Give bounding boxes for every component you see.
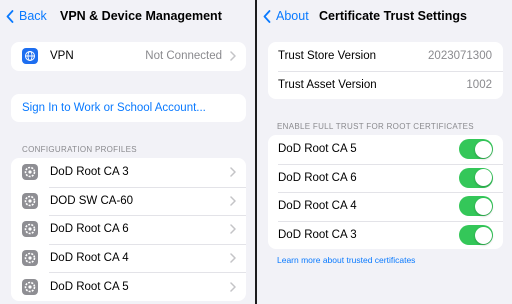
chevron-right-icon: [230, 196, 236, 206]
page-title: VPN & Device Management: [60, 9, 222, 23]
full-trust-toggle[interactable]: [459, 139, 493, 160]
profile-name: DoD Root CA 4: [50, 252, 129, 265]
trust-versions-card: Trust Store Version 2023071300 Trust Ass…: [268, 42, 503, 100]
certificate-row: DoD Root CA 4: [268, 192, 503, 221]
gear-icon: [22, 164, 38, 181]
chevron-right-icon: [230, 167, 236, 178]
right-navbar: About Certificate Trust Settings: [257, 0, 512, 32]
certificate-row: DoD Root CA 3: [268, 220, 503, 250]
chevron-right-icon: [230, 281, 236, 292]
back-button-label: About: [276, 9, 309, 23]
profile-name: DOD SW CA-60: [50, 194, 134, 207]
certificate-row: DoD Root CA 5: [268, 135, 503, 164]
about-back-button[interactable]: About: [263, 9, 309, 23]
certificate-name: DoD Root CA 5: [278, 143, 357, 156]
trust-asset-version-label: Trust Asset Version: [278, 78, 377, 91]
trust-store-version-row: Trust Store Version 2023071300: [268, 42, 503, 71]
certificate-row: DoD Root CA 6: [268, 163, 503, 193]
profile-row[interactable]: DoD Root CA 4: [11, 243, 246, 273]
certificate-name: DoD Root CA 4: [278, 200, 357, 213]
profiles-list: DoD Root CA 3 DOD SW CA-60 DoD Root CA 6…: [11, 158, 246, 301]
vpn-label: VPN: [50, 50, 74, 63]
enable-full-trust-header: ENABLE FULL TRUST FOR ROOT CERTIFICATES: [277, 122, 474, 131]
profile-row[interactable]: DOD SW CA-60: [11, 186, 246, 216]
profile-name: DoD Root CA 3: [50, 166, 129, 179]
back-button-label: Back: [19, 9, 47, 23]
trust-store-version-label: Trust Store Version: [278, 50, 377, 63]
sign-in-card: Sign In to Work or School Account...: [11, 94, 246, 122]
toggle-knob: [474, 169, 492, 187]
chevron-right-icon: [230, 51, 236, 62]
chevron-right-icon: [230, 253, 236, 263]
full-trust-toggle[interactable]: [459, 167, 493, 188]
gear-icon: [22, 278, 38, 295]
chevron-left-icon: [263, 9, 271, 23]
toggle-knob: [474, 226, 492, 244]
profile-row[interactable]: DoD Root CA 3: [11, 158, 246, 187]
vpn-status: Not Connected: [145, 50, 222, 63]
certificate-name: DoD Root CA 6: [278, 171, 357, 184]
root-certificates-list: DoD Root CA 5 DoD Root CA 6 DoD Root CA …: [268, 135, 503, 250]
page-title: Certificate Trust Settings: [319, 9, 467, 23]
left-navbar: Back VPN & Device Management: [0, 0, 255, 32]
trust-asset-version-value: 1002: [466, 78, 492, 91]
certificate-trust-settings-pane: About Certificate Trust Settings Trust S…: [257, 0, 512, 304]
vpn-card: VPN Not Connected: [11, 42, 246, 71]
toggle-knob: [474, 197, 492, 215]
gear-icon: [22, 250, 38, 267]
chevron-left-icon: [6, 9, 14, 23]
gear-icon: [22, 192, 38, 209]
toggle-knob: [474, 140, 492, 158]
back-button[interactable]: Back: [6, 9, 47, 23]
profile-row[interactable]: DoD Root CA 6: [11, 215, 246, 244]
certificate-name: DoD Root CA 3: [278, 229, 357, 242]
vpn-globe-icon: [22, 48, 38, 65]
full-trust-toggle[interactable]: [459, 196, 493, 217]
profile-name: DoD Root CA 5: [50, 280, 129, 293]
sign-in-work-school-button[interactable]: Sign In to Work or School Account...: [11, 94, 246, 122]
profile-name: DoD Root CA 6: [50, 223, 129, 236]
chevron-right-icon: [230, 224, 236, 235]
gear-icon: [22, 221, 38, 238]
full-trust-toggle[interactable]: [459, 225, 493, 246]
trust-store-version-value: 2023071300: [428, 50, 492, 63]
configuration-profiles-header: CONFIGURATION PROFILES: [22, 145, 137, 154]
vpn-row[interactable]: VPN Not Connected: [11, 42, 246, 71]
profile-row[interactable]: DoD Root CA 5: [11, 272, 246, 301]
learn-more-trusted-certificates-link[interactable]: Learn more about trusted certificates: [277, 255, 415, 265]
trust-asset-version-row: Trust Asset Version 1002: [268, 70, 503, 100]
vpn-device-management-pane: Back VPN & Device Management VPN Not Con…: [0, 0, 255, 304]
